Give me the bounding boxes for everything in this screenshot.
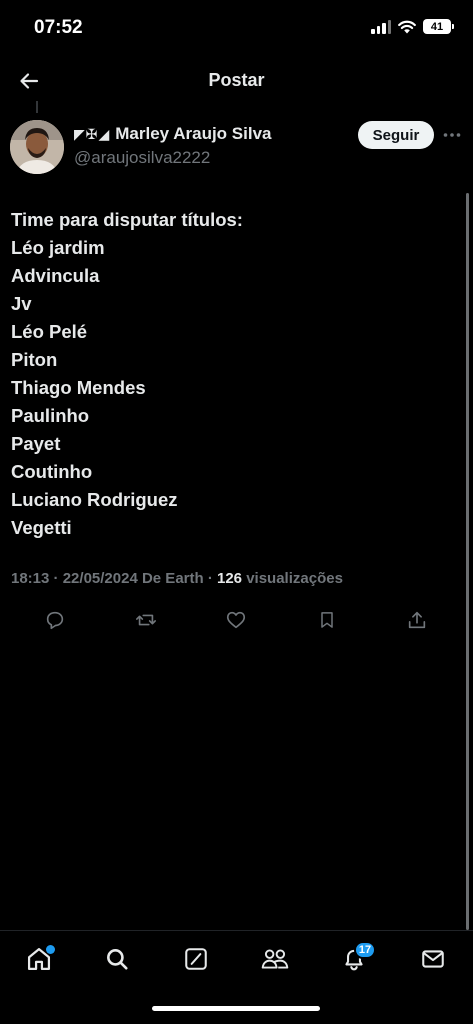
post-line: Paulinho (11, 405, 90, 426)
messages-icon (422, 950, 444, 968)
views-label[interactable]: visualizações (246, 570, 343, 587)
tab-messages[interactable] (413, 941, 453, 977)
cellular-signal-icon (371, 19, 391, 34)
post-text: Time para disputar títulos: Léo jardim A… (11, 206, 243, 542)
share-button[interactable] (402, 606, 432, 634)
status-bar: 07:52 41 (0, 0, 473, 56)
like-icon (226, 611, 246, 629)
repost-button[interactable] (131, 606, 161, 634)
tab-communities[interactable] (255, 941, 295, 977)
post-meta: 18:13 · 22/05/2024 De Earth · 126 visual… (11, 570, 343, 587)
post-line: Léo jardim (11, 237, 105, 258)
follow-button[interactable]: Seguir (358, 121, 434, 149)
compose-icon (185, 948, 207, 970)
post-line: Advincula (11, 265, 100, 286)
repost-icon (135, 614, 156, 626)
post-line: Thiago Mendes (11, 377, 146, 398)
battery-icon: 41 (423, 19, 454, 34)
home-indicator[interactable] (152, 1006, 320, 1011)
post-line: Payet (11, 433, 61, 454)
more-horizontal-icon (443, 133, 461, 137)
like-button[interactable] (221, 606, 251, 634)
wifi-icon (398, 20, 416, 33)
status-time: 07:52 (34, 17, 83, 38)
more-options-button[interactable] (442, 126, 462, 144)
author-name-row[interactable]: ◤✠◢ Marley Araujo Silva (74, 124, 271, 144)
author-handle[interactable]: @araujosilva2222 (74, 148, 210, 168)
unread-dot (46, 945, 55, 954)
notifications-badge: 17 (354, 941, 376, 959)
status-icons: 41 (371, 19, 454, 34)
post-line: Léo Pelé (11, 321, 88, 342)
post-line: Coutinho (11, 461, 93, 482)
tab-search[interactable] (97, 941, 137, 977)
page-title: Postar (208, 70, 265, 90)
post-source: De Earth (141, 570, 204, 587)
communities-icon (261, 949, 289, 969)
post-header: ◤✠◢ Marley Araujo Silva @araujosilva2222… (10, 118, 465, 178)
avatar-photo (10, 120, 64, 174)
post-line: Luciano Rodriguez (11, 489, 178, 510)
post-actions (40, 606, 432, 634)
author-name[interactable]: Marley Araujo Silva (115, 124, 271, 144)
flag-emoji: ◤✠◢ (74, 125, 111, 142)
tab-compose[interactable] (176, 941, 216, 977)
post-line: Piton (11, 349, 58, 370)
avatar[interactable] (10, 120, 64, 174)
share-icon (408, 611, 426, 629)
reply-button[interactable] (40, 606, 70, 634)
views-count[interactable]: 126 (217, 570, 242, 587)
scrollbar[interactable] (466, 193, 469, 930)
tab-notifications[interactable]: 17 (334, 941, 376, 977)
reply-icon (46, 611, 64, 630)
bookmark-button[interactable] (312, 606, 342, 634)
post-line: Vegetti (11, 517, 72, 538)
top-bar: Postar (0, 56, 473, 106)
tab-home[interactable] (19, 941, 59, 977)
post-date: 22/05/2024 (62, 570, 138, 587)
search-icon (107, 949, 128, 970)
post-time: 18:13 (11, 570, 50, 587)
post-line: Time para disputar títulos: (11, 209, 243, 230)
thread-connector-line (36, 101, 38, 113)
post-line: Jv (11, 293, 32, 314)
bookmark-icon (320, 612, 333, 628)
